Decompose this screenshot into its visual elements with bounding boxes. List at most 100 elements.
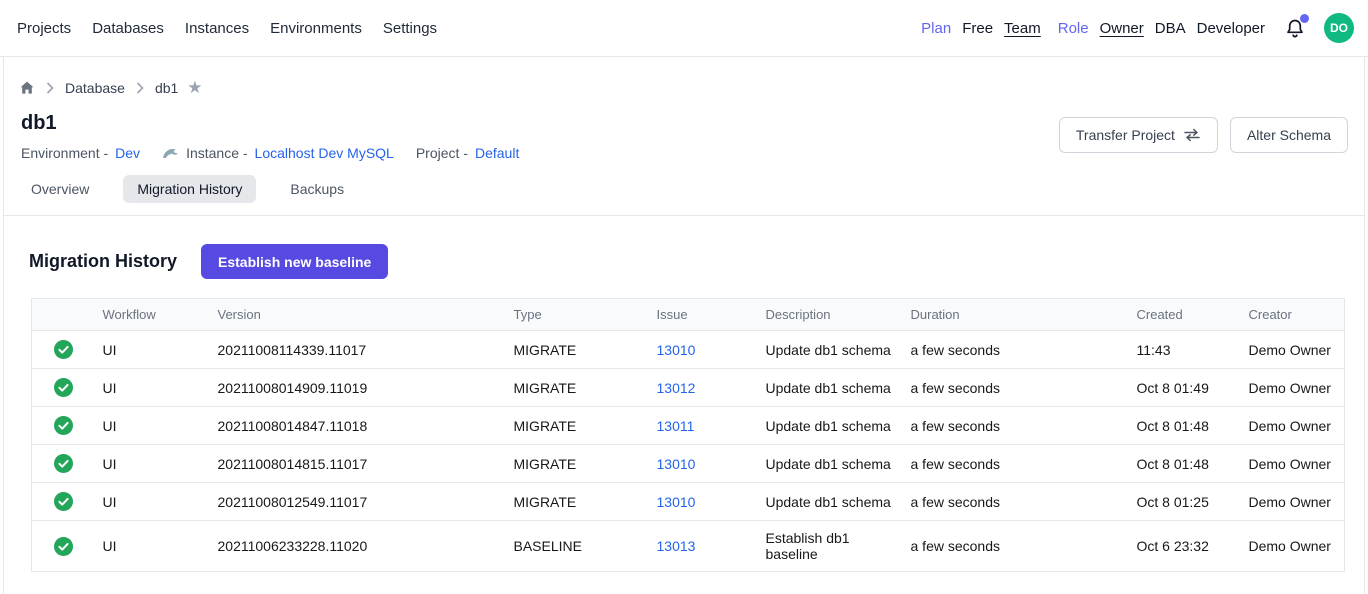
avatar[interactable]: DO — [1324, 13, 1354, 43]
role-label: Role — [1058, 20, 1089, 37]
nav-item-projects[interactable]: Projects — [17, 20, 71, 37]
table-row[interactable]: UI 20211008014847.11018 MIGRATE 13011 Up… — [32, 407, 1345, 445]
notification-bell-icon[interactable] — [1284, 16, 1308, 40]
cell-version: 20211008012549.11017 — [210, 483, 506, 521]
cell-duration: a few seconds — [903, 407, 1129, 445]
plan-option-team[interactable]: Team — [1004, 20, 1041, 37]
cell-created: Oct 8 01:49 — [1129, 369, 1241, 407]
issue-link[interactable]: 13011 — [657, 418, 695, 434]
nav-item-environments[interactable]: Environments — [270, 20, 362, 37]
cell-duration: a few seconds — [903, 369, 1129, 407]
table-row[interactable]: UI 20211008014815.11017 MIGRATE 13010 Up… — [32, 445, 1345, 483]
table-row[interactable]: UI 20211006233228.11020 BASELINE 13013 E… — [32, 521, 1345, 572]
cell-version: 20211008014909.11019 — [210, 369, 506, 407]
cell-description: Update db1 schema — [758, 331, 903, 369]
cell-workflow: UI — [95, 521, 210, 572]
table-row[interactable]: UI 20211008014909.11019 MIGRATE 13012 Up… — [32, 369, 1345, 407]
success-status-icon — [54, 537, 73, 556]
cell-type: MIGRATE — [506, 369, 649, 407]
col-creator: Creator — [1241, 299, 1345, 331]
success-status-icon — [54, 416, 73, 435]
breadcrumb-database[interactable]: Database — [65, 80, 125, 96]
cell-created: Oct 8 01:25 — [1129, 483, 1241, 521]
nav-item-databases[interactable]: Databases — [92, 20, 164, 37]
environment-label: Environment - — [21, 145, 108, 161]
issue-link[interactable]: 13010 — [657, 342, 696, 358]
transfer-arrows-icon — [1183, 127, 1201, 143]
issue-link[interactable]: 13010 — [657, 456, 696, 472]
role-option-dba[interactable]: DBA — [1155, 20, 1186, 37]
top-navbar: Projects Databases Instances Environment… — [0, 0, 1368, 57]
col-issue: Issue — [649, 299, 758, 331]
mysql-dolphin-icon — [162, 146, 179, 160]
cell-creator: Demo Owner — [1241, 407, 1345, 445]
cell-type: MIGRATE — [506, 445, 649, 483]
notification-dot — [1300, 14, 1309, 23]
breadcrumb: Database db1 ★ — [4, 57, 1364, 96]
table-row[interactable]: UI 20211008114339.11017 MIGRATE 13010 Up… — [32, 331, 1345, 369]
success-status-icon — [54, 454, 73, 473]
instance-link[interactable]: Localhost Dev MySQL — [255, 145, 394, 161]
cell-creator: Demo Owner — [1241, 483, 1345, 521]
issue-link[interactable]: 13010 — [657, 494, 696, 510]
cell-created: Oct 8 01:48 — [1129, 407, 1241, 445]
cell-description: Update db1 schema — [758, 483, 903, 521]
col-created: Created — [1129, 299, 1241, 331]
cell-type: MIGRATE — [506, 407, 649, 445]
alter-schema-label: Alter Schema — [1247, 127, 1331, 143]
cell-version: 20211006233228.11020 — [210, 521, 506, 572]
header-actions: Transfer Project Alter Schema — [1059, 117, 1348, 153]
project-label: Project - — [416, 145, 468, 161]
cell-description: Establish db1 baseline — [758, 521, 903, 572]
establish-new-baseline-button[interactable]: Establish new baseline — [201, 244, 388, 279]
cell-workflow: UI — [95, 445, 210, 483]
cell-workflow: UI — [95, 369, 210, 407]
cell-duration: a few seconds — [903, 521, 1129, 572]
cell-created: Oct 8 01:48 — [1129, 445, 1241, 483]
cell-creator: Demo Owner — [1241, 369, 1345, 407]
issue-link[interactable]: 13013 — [657, 538, 696, 554]
favorite-star-icon[interactable]: ★ — [187, 79, 202, 96]
success-status-icon — [54, 378, 73, 397]
migration-history-table: Workflow Version Type Issue Description … — [31, 298, 1345, 572]
chevron-right-icon — [46, 82, 54, 94]
role-option-developer[interactable]: Developer — [1197, 20, 1265, 37]
cell-duration: a few seconds — [903, 483, 1129, 521]
success-status-icon — [54, 492, 73, 511]
cell-creator: Demo Owner — [1241, 521, 1345, 572]
cell-version: 20211008014815.11017 — [210, 445, 506, 483]
cell-description: Update db1 schema — [758, 445, 903, 483]
primary-nav: Projects Databases Instances Environment… — [17, 20, 437, 37]
instance-label: Instance - — [186, 145, 247, 161]
col-status — [32, 299, 95, 331]
plan-option-free[interactable]: Free — [962, 20, 993, 37]
role-option-owner[interactable]: Owner — [1100, 20, 1144, 37]
plan-label: Plan — [921, 20, 951, 37]
tab-overview[interactable]: Overview — [31, 175, 89, 203]
environment-link[interactable]: Dev — [115, 145, 140, 161]
table-row[interactable]: UI 20211008012549.11017 MIGRATE 13010 Up… — [32, 483, 1345, 521]
cell-duration: a few seconds — [903, 445, 1129, 483]
tab-backups[interactable]: Backups — [290, 175, 344, 203]
home-icon[interactable] — [19, 80, 35, 96]
cell-created: Oct 6 23:32 — [1129, 521, 1241, 572]
cell-workflow: UI — [95, 483, 210, 521]
cell-duration: a few seconds — [903, 331, 1129, 369]
account-area: Plan Free Team Role Owner DBA Developer … — [921, 13, 1354, 43]
nav-item-instances[interactable]: Instances — [185, 20, 249, 37]
col-workflow: Workflow — [95, 299, 210, 331]
tab-migration-history[interactable]: Migration History — [123, 175, 256, 203]
nav-item-settings[interactable]: Settings — [383, 20, 437, 37]
cell-version: 20211008114339.11017 — [210, 331, 506, 369]
alter-schema-button[interactable]: Alter Schema — [1230, 117, 1348, 153]
cell-created: 11:43 — [1129, 331, 1241, 369]
transfer-project-button[interactable]: Transfer Project — [1059, 117, 1218, 153]
chevron-right-icon — [136, 82, 144, 94]
project-link[interactable]: Default — [475, 145, 519, 161]
database-tabs: Overview Migration History Backups — [4, 161, 1364, 216]
issue-link[interactable]: 13012 — [657, 380, 696, 396]
main-content: Database db1 ★ db1 Environment - Dev Ins… — [3, 57, 1365, 594]
section-heading: Migration History — [29, 251, 177, 272]
cell-type: BASELINE — [506, 521, 649, 572]
table-header-row: Workflow Version Type Issue Description … — [32, 299, 1345, 331]
